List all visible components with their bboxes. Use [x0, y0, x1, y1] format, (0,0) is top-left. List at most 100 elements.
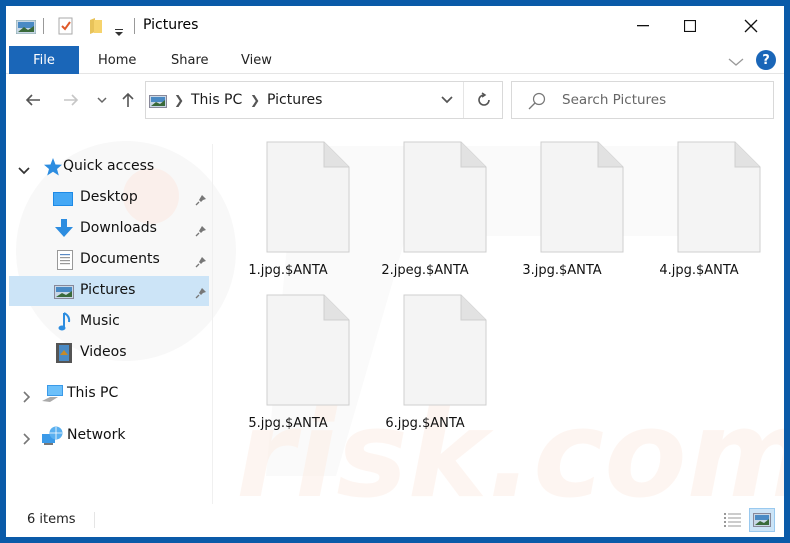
chevron-down-icon: [441, 96, 453, 104]
file-name: 5.jpg.$ANTA: [248, 416, 328, 431]
file-list: 1.jpg.$ANTA 2.jpeg.$ANTA 3.jpg.$ANTA 4.j…: [216, 131, 784, 501]
title-bar: Pictures: [6, 6, 784, 46]
up-button[interactable]: [118, 90, 138, 110]
sidebar-label: Documents: [80, 251, 160, 267]
chevron-right-icon[interactable]: [22, 388, 31, 407]
status-separator: [94, 512, 95, 528]
file-name: 3.jpg.$ANTA: [522, 263, 602, 278]
star-icon: [43, 157, 63, 181]
blank-file-icon: [403, 141, 487, 253]
maximize-button[interactable]: [667, 6, 713, 46]
file-name: 1.jpg.$ANTA: [248, 263, 328, 278]
sidebar-label: Pictures: [80, 282, 136, 298]
sidebar-label: Videos: [80, 344, 127, 360]
close-icon: [744, 19, 758, 33]
refresh-icon: [477, 92, 490, 106]
details-view-icon: [724, 513, 741, 527]
sidebar-item-quick-access[interactable]: Quick access: [9, 152, 209, 182]
pictures-icon: [54, 284, 74, 303]
recent-locations-button[interactable]: [92, 90, 112, 110]
music-icon: [58, 312, 72, 336]
file-item[interactable]: 6.jpg.$ANTA: [360, 284, 490, 434]
maximize-icon: [684, 20, 696, 32]
sidebar-label: Desktop: [80, 189, 138, 205]
refresh-button[interactable]: [463, 82, 503, 118]
computer-icon: [42, 385, 64, 407]
minimize-icon: [637, 25, 649, 27]
help-button[interactable]: ?: [756, 50, 776, 70]
pin-icon[interactable]: [195, 284, 207, 303]
properties-icon[interactable]: [58, 17, 74, 39]
tab-share[interactable]: Share: [171, 46, 209, 74]
ribbon-tabs: File Home Share View ?: [6, 46, 784, 74]
details-view-button[interactable]: [720, 508, 746, 532]
blank-file-icon: [540, 141, 624, 253]
sidebar-item-documents[interactable]: Documents: [9, 245, 209, 275]
search-input[interactable]: [562, 90, 762, 110]
pictures-location-icon: [149, 93, 167, 112]
sidebar-item-pictures[interactable]: Pictures: [9, 276, 209, 306]
sidebar-item-desktop[interactable]: Desktop: [9, 183, 209, 213]
file-item[interactable]: 2.jpeg.$ANTA: [360, 131, 490, 281]
qat-separator: [43, 18, 44, 34]
file-item[interactable]: 1.jpg.$ANTA: [223, 131, 353, 281]
forward-button[interactable]: [61, 90, 81, 110]
blank-file-icon: [266, 141, 350, 253]
sidebar-label: Music: [80, 313, 120, 329]
tab-home[interactable]: Home: [98, 46, 136, 74]
explorer-window: risk.com Pictures File Home Share View ?…: [6, 6, 784, 537]
pin-icon[interactable]: [195, 191, 207, 210]
chevron-down-icon[interactable]: [18, 161, 30, 180]
large-icons-view-button[interactable]: [749, 508, 775, 532]
network-icon: [42, 426, 64, 450]
sidebar-item-videos[interactable]: Videos: [9, 338, 209, 368]
window-title: Pictures: [143, 17, 199, 33]
file-item[interactable]: 4.jpg.$ANTA: [634, 131, 764, 281]
file-item[interactable]: 5.jpg.$ANTA: [223, 284, 353, 434]
breadcrumb-pictures[interactable]: Pictures: [267, 92, 322, 108]
sidebar-item-downloads[interactable]: Downloads: [9, 214, 209, 244]
up-arrow-icon: [122, 92, 134, 107]
back-button[interactable]: [23, 90, 43, 110]
pin-icon[interactable]: [195, 222, 207, 241]
new-folder-icon[interactable]: [89, 17, 103, 39]
sidebar-item-this-pc[interactable]: This PC: [9, 379, 209, 409]
file-name: 4.jpg.$ANTA: [659, 263, 739, 278]
downloads-icon: [55, 219, 73, 243]
sidebar-label: Quick access: [63, 158, 155, 174]
sidebar-label: Downloads: [80, 220, 157, 236]
tab-view[interactable]: View: [241, 46, 272, 74]
blank-file-icon: [403, 294, 487, 406]
pictures-folder-icon: [15, 19, 37, 38]
qat-separator: [134, 18, 135, 34]
breadcrumb-this-pc[interactable]: This PC: [191, 92, 242, 108]
minimize-button[interactable]: [620, 6, 666, 46]
address-dropdown-button[interactable]: [432, 82, 462, 118]
navigation-pane: Quick access Desktop Downloads Documents…: [6, 144, 214, 504]
tab-file[interactable]: File: [9, 46, 79, 74]
sidebar-label: Network: [67, 427, 126, 443]
chevron-down-icon: [97, 97, 107, 104]
file-name: 6.jpg.$ANTA: [385, 416, 465, 431]
close-button[interactable]: [728, 6, 774, 46]
customize-qat-dropdown-icon[interactable]: [114, 22, 124, 41]
documents-icon: [57, 250, 73, 274]
expand-ribbon-icon[interactable]: [728, 52, 744, 71]
address-bar[interactable]: ❯ This PC ❯ Pictures: [145, 81, 503, 119]
large-icons-view-icon: [753, 513, 771, 527]
navigation-bar: ❯ This PC ❯ Pictures: [6, 74, 784, 126]
item-count: 6 items: [27, 512, 76, 527]
search-icon: [528, 92, 546, 114]
status-bar: 6 items: [6, 504, 784, 537]
pin-icon[interactable]: [195, 253, 207, 272]
search-box[interactable]: [511, 81, 774, 119]
breadcrumb-separator-icon[interactable]: ❯: [250, 93, 260, 107]
videos-icon: [56, 343, 72, 367]
breadcrumb-separator-icon[interactable]: ❯: [174, 93, 184, 107]
file-item[interactable]: 3.jpg.$ANTA: [497, 131, 627, 281]
sidebar-item-music[interactable]: Music: [9, 307, 209, 337]
chevron-right-icon[interactable]: [22, 430, 31, 449]
pane-divider[interactable]: [212, 144, 213, 504]
sidebar-label: This PC: [67, 385, 119, 401]
sidebar-item-network[interactable]: Network: [9, 421, 209, 451]
